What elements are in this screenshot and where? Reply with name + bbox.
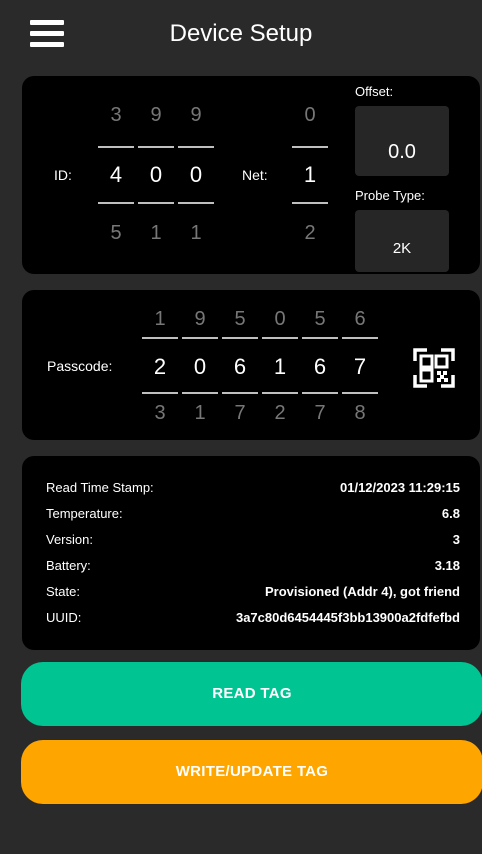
probe-type-select[interactable]: 2K bbox=[355, 210, 449, 272]
net-digit-next: 2 bbox=[304, 222, 316, 244]
passcode-digit-picker-5[interactable]: 5 6 7 bbox=[302, 308, 338, 426]
picker-divider bbox=[292, 202, 328, 204]
id-digit-1-value: 4 bbox=[109, 162, 123, 187]
qr-code-scan-icon[interactable] bbox=[412, 347, 456, 389]
info-label: Version: bbox=[46, 532, 93, 547]
info-value: 3.18 bbox=[434, 558, 460, 573]
info-row-uuid: UUID: 3a7c80d6454445f3bb13900a2fdfefbd bbox=[46, 610, 460, 632]
passcode-digit-1-prev: 1 bbox=[154, 308, 166, 330]
passcode-digit-5-prev: 5 bbox=[314, 308, 326, 330]
id-digit-picker-3[interactable]: 9 0 1 bbox=[178, 104, 214, 254]
picker-divider bbox=[342, 392, 378, 394]
id-digit-3-prev: 9 bbox=[190, 104, 202, 126]
info-value: 3 bbox=[452, 532, 460, 547]
net-label: Net: bbox=[242, 167, 268, 183]
passcode-digit-4-prev: 0 bbox=[274, 308, 286, 330]
net-digit-value: 1 bbox=[303, 162, 317, 187]
passcode-digit-picker-2[interactable]: 9 0 1 bbox=[182, 308, 218, 426]
picker-divider bbox=[302, 337, 338, 339]
probe-type-label: Probe Type: bbox=[355, 188, 425, 203]
page-title: Device Setup bbox=[169, 20, 313, 47]
picker-divider bbox=[98, 202, 134, 204]
passcode-label: Passcode: bbox=[47, 358, 113, 374]
info-label: State: bbox=[46, 584, 80, 599]
passcode-digit-3-prev: 5 bbox=[234, 308, 246, 330]
passcode-digit-2-value: 0 bbox=[193, 354, 207, 379]
info-value: Provisioned (Addr 4), got friend bbox=[264, 584, 460, 599]
id-digit-2-next: 1 bbox=[150, 222, 162, 244]
offset-label: Offset: bbox=[355, 84, 394, 99]
info-row-state: State: Provisioned (Addr 4), got friend bbox=[46, 584, 460, 606]
info-label: Battery: bbox=[46, 558, 91, 573]
info-row-version: Version: 3 bbox=[46, 532, 460, 554]
picker-divider bbox=[262, 392, 298, 394]
net-digit-picker[interactable]: 0 1 2 bbox=[292, 104, 328, 254]
passcode-digit-5-value: 6 bbox=[313, 354, 327, 379]
passcode-digit-6-prev: 6 bbox=[354, 308, 366, 330]
picker-divider bbox=[222, 337, 258, 339]
picker-divider bbox=[98, 146, 134, 148]
picker-divider bbox=[302, 392, 338, 394]
info-label: Read Time Stamp: bbox=[46, 480, 154, 495]
offset-field[interactable]: 0.0 bbox=[355, 106, 449, 176]
picker-divider bbox=[142, 392, 178, 394]
picker-divider bbox=[262, 337, 298, 339]
passcode-digit-2-prev: 9 bbox=[194, 308, 206, 330]
picker-divider bbox=[142, 337, 178, 339]
id-digit-2-value: 0 bbox=[149, 162, 163, 187]
passcode-digit-1-next: 3 bbox=[154, 402, 166, 424]
info-label: UUID: bbox=[46, 610, 82, 625]
passcode-digit-picker-1[interactable]: 1 2 3 bbox=[142, 308, 178, 426]
passcode-digit-5-next: 7 bbox=[314, 402, 326, 424]
passcode-digit-3-value: 6 bbox=[233, 354, 247, 379]
id-digit-1-next: 5 bbox=[110, 222, 122, 244]
passcode-digit-picker-3[interactable]: 5 6 7 bbox=[222, 308, 258, 426]
picker-divider bbox=[292, 146, 328, 148]
passcode-digit-4-value: 1 bbox=[273, 354, 287, 379]
info-row-temperature: Temperature: 6.8 bbox=[46, 506, 460, 528]
info-value: 6.8 bbox=[441, 506, 460, 521]
picker-divider bbox=[138, 146, 174, 148]
passcode-digit-4-next: 2 bbox=[274, 402, 286, 424]
picker-divider bbox=[178, 202, 214, 204]
picker-divider bbox=[178, 146, 214, 148]
passcode-digit-6-next: 8 bbox=[354, 402, 366, 424]
id-digit-3-value: 0 bbox=[189, 162, 203, 187]
info-value: 01/12/2023 11:29:15 bbox=[340, 480, 460, 495]
passcode-digit-picker-4[interactable]: 0 1 2 bbox=[262, 308, 298, 426]
passcode-digit-2-next: 1 bbox=[194, 402, 206, 424]
picker-divider bbox=[182, 392, 218, 394]
id-digit-2-prev: 9 bbox=[150, 104, 162, 126]
passcode-digit-1-value: 2 bbox=[153, 354, 167, 379]
id-digit-3-next: 1 bbox=[190, 222, 202, 244]
info-value: 3a7c80d6454445f3bb13900a2fdfefbd bbox=[235, 610, 460, 625]
id-digit-1-prev: 3 bbox=[110, 104, 122, 126]
passcode-digit-picker-6[interactable]: 6 7 8 bbox=[342, 308, 378, 426]
id-label: ID: bbox=[54, 167, 72, 183]
info-row-read-time-stamp: Read Time Stamp: 01/12/2023 11:29:15 bbox=[46, 480, 460, 502]
write-update-tag-button[interactable]: WRITE/UPDATE TAG bbox=[21, 740, 482, 804]
picker-divider bbox=[342, 337, 378, 339]
net-digit-prev: 0 bbox=[304, 104, 316, 126]
passcode-digit-6-value: 7 bbox=[353, 354, 367, 379]
id-digit-picker-1[interactable]: 3 4 5 bbox=[98, 104, 134, 254]
info-row-battery: Battery: 3.18 bbox=[46, 558, 460, 580]
passcode-digit-3-next: 7 bbox=[234, 402, 246, 424]
picker-divider bbox=[222, 392, 258, 394]
picker-divider bbox=[182, 337, 218, 339]
app-header: Device Setup bbox=[0, 0, 482, 70]
id-digit-picker-2[interactable]: 9 0 1 bbox=[138, 104, 174, 254]
read-tag-button[interactable]: READ TAG bbox=[21, 662, 482, 726]
info-label: Temperature: bbox=[46, 506, 123, 521]
picker-divider bbox=[138, 202, 174, 204]
